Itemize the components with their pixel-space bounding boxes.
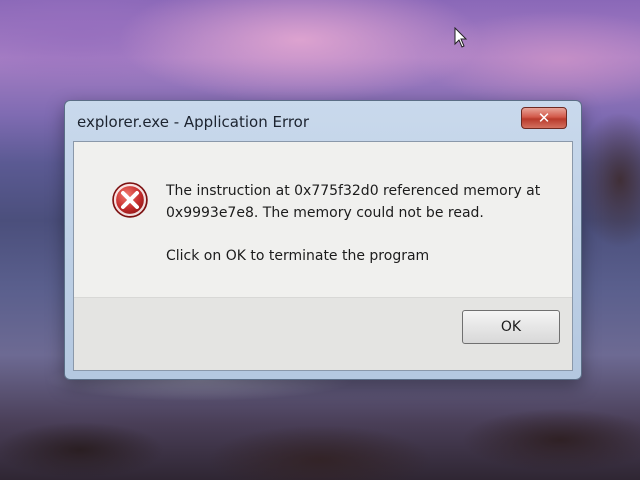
application-error-dialog: explorer.exe - Application Error ✕ The i…: [64, 100, 582, 380]
terminate-instruction: Click on OK to terminate the program: [166, 248, 430, 264]
error-icon: [112, 182, 148, 218]
mouse-cursor-icon: [454, 27, 468, 48]
desktop-wallpaper: explorer.exe - Application Error ✕ The i…: [0, 0, 640, 480]
close-icon: ✕: [537, 109, 551, 127]
dialog-content: The instruction at 0x775f32d0 referenced…: [73, 141, 573, 371]
close-button[interactable]: ✕: [521, 107, 567, 129]
error-message-line-2: 0x9993e7e8. The memory could not be read…: [166, 205, 484, 221]
error-message-line-1: The instruction at 0x775f32d0 referenced…: [166, 183, 541, 199]
dialog-title: explorer.exe - Application Error: [77, 113, 310, 131]
ok-button[interactable]: OK: [462, 310, 560, 344]
dialog-titlebar[interactable]: explorer.exe - Application Error ✕: [65, 101, 581, 141]
error-message: The instruction at 0x775f32d0 referenced…: [166, 180, 558, 224]
dialog-button-bar: OK: [74, 297, 572, 370]
